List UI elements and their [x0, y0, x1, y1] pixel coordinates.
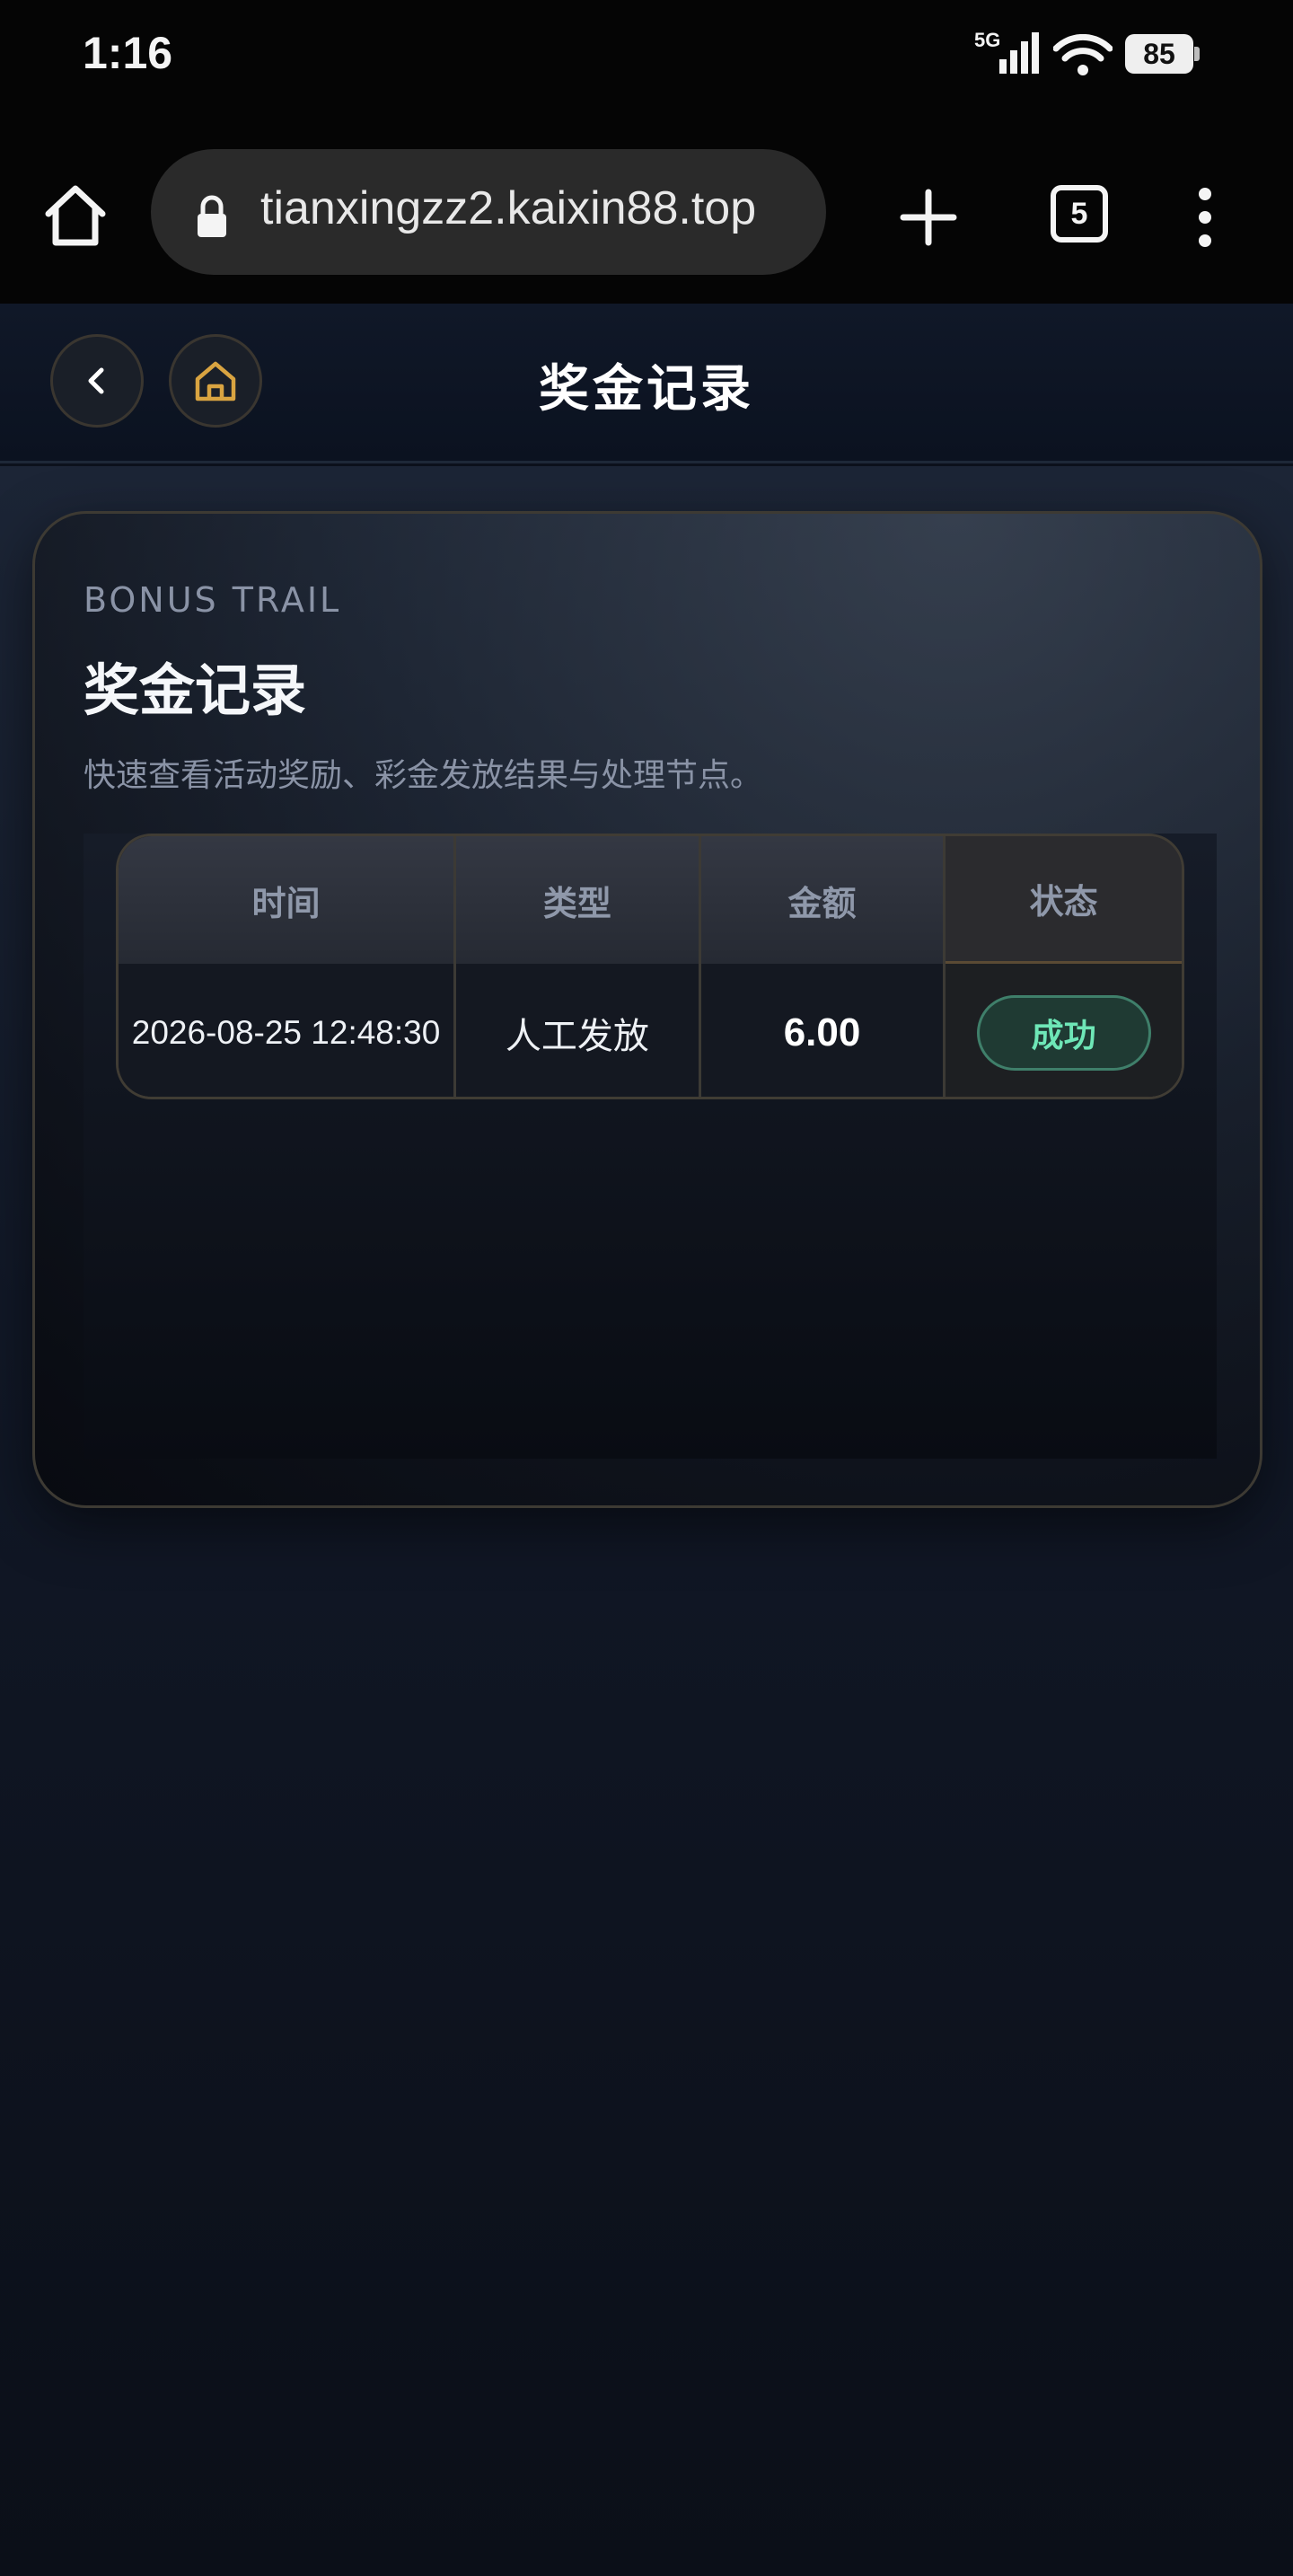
column-header-time: 时间 — [119, 836, 457, 964]
bonus-table: 时间 类型 金额 状态 2026-08-25 12:48:30 人工发放 6.0… — [116, 834, 1184, 1099]
app-header: 奖金记录 — [0, 304, 1293, 463]
status-time: 1:16 — [83, 28, 173, 78]
url-text: tianxingzz2.kaixin88.top — [260, 182, 757, 234]
lock-icon — [198, 195, 226, 237]
page-body: BONUS TRAIL 奖金记录 快速查看活动奖励、彩金发放结果与处理节点。 时… — [0, 466, 1293, 2576]
card-title: 奖金记录 — [84, 657, 307, 723]
column-header-amount: 金额 — [701, 836, 946, 964]
row-amount: 6.00 — [701, 964, 946, 1097]
status-icons: 5G 85 — [974, 27, 1208, 83]
table-header: 时间 类型 金额 状态 — [119, 836, 1182, 964]
wifi-icon — [1053, 34, 1113, 75]
status-bar: 1:16 5G 85 — [0, 0, 1293, 135]
home-icon[interactable] — [40, 180, 111, 251]
column-header-status: 状态 — [946, 836, 1182, 964]
card-description: 快速查看活动奖励、彩金发放结果与处理节点。 — [84, 757, 763, 794]
signal-icon — [999, 32, 1039, 74]
bonus-card: BONUS TRAIL 奖金记录 快速查看活动奖励、彩金发放结果与处理节点。 时… — [32, 511, 1262, 1508]
plus-icon[interactable] — [893, 181, 964, 253]
browser-toolbar: tianxingzz2.kaixin88.top 5 — [0, 135, 1293, 304]
more-vert-icon[interactable] — [1187, 181, 1223, 253]
page-title: 奖金记录 — [539, 360, 754, 419]
status-badge: 成功 — [976, 995, 1151, 1071]
battery-indicator: 85 — [1125, 34, 1200, 74]
table-area: 时间 类型 金额 状态 2026-08-25 12:48:30 人工发放 6.0… — [84, 834, 1217, 1459]
address-bar[interactable]: tianxingzz2.kaixin88.top — [151, 149, 826, 275]
card-eyebrow: BONUS TRAIL — [84, 580, 342, 620]
table-row: 2026-08-25 12:48:30 人工发放 6.00 成功 — [119, 964, 1182, 1097]
row-type: 人工发放 — [456, 964, 701, 1097]
column-header-type: 类型 — [456, 836, 701, 964]
row-status-cell: 成功 — [946, 964, 1182, 1097]
tabs-button[interactable]: 5 — [1051, 185, 1108, 243]
row-time: 2026-08-25 12:48:30 — [119, 964, 457, 1097]
